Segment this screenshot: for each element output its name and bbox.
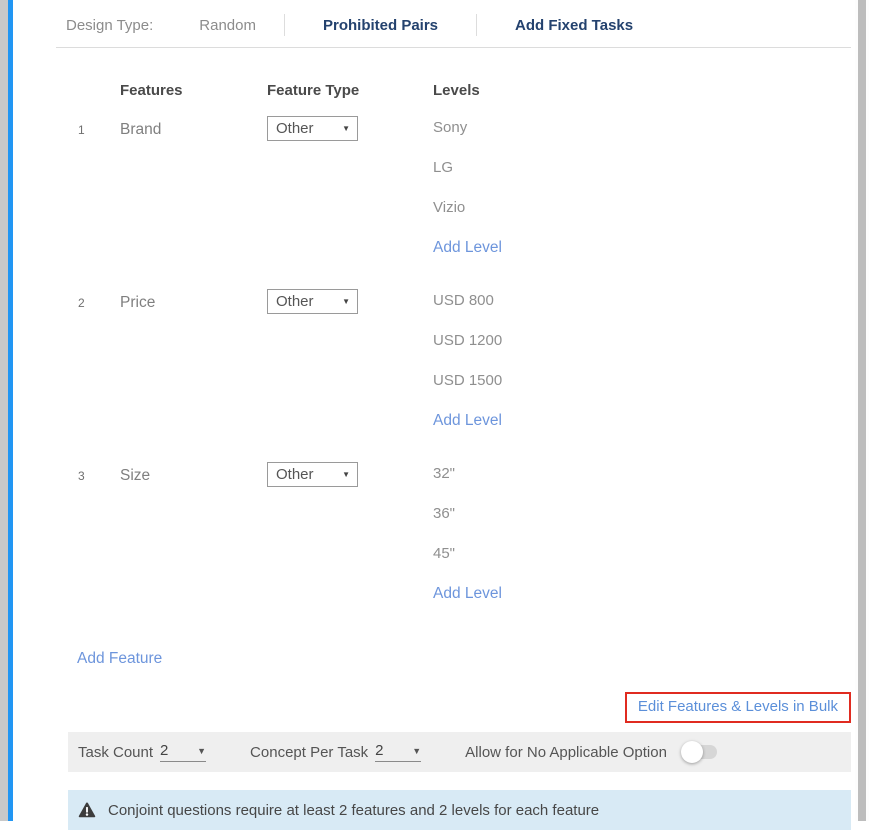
design-type-option-prohibited-pairs[interactable]: Prohibited Pairs bbox=[323, 17, 438, 34]
add-feature-link[interactable]: Add Feature bbox=[77, 650, 162, 668]
feature-type-select[interactable]: Other ▼ bbox=[267, 289, 358, 314]
level-item: USD 800 bbox=[433, 287, 851, 327]
features-table-header: Features Feature Type Levels bbox=[78, 82, 851, 99]
feature-type-select[interactable]: Other ▼ bbox=[267, 116, 358, 141]
levels-list: USD 800 USD 1200 USD 1500 Add Level bbox=[433, 287, 851, 447]
design-type-option-add-fixed-tasks[interactable]: Add Fixed Tasks bbox=[515, 17, 633, 34]
warning-icon bbox=[78, 802, 96, 818]
task-count-label: Task Count bbox=[78, 744, 153, 761]
design-type-row: Design Type: Random Prohibited Pairs Add… bbox=[14, 0, 851, 35]
scrollbar-thumb[interactable] bbox=[858, 0, 866, 821]
no-applicable-option-group: Allow for No Applicable Option bbox=[465, 744, 717, 761]
feature-row-size: 3 Size Other ▼ 32" 36" 45" Add Level bbox=[78, 460, 851, 620]
task-count-select[interactable]: 2 ▼ bbox=[160, 742, 206, 762]
concept-per-task-value: 2 bbox=[375, 742, 383, 759]
header-levels: Levels bbox=[433, 82, 851, 99]
header-feature-type: Feature Type bbox=[267, 82, 433, 99]
feature-number: 3 bbox=[78, 460, 120, 620]
feature-type-value: Other bbox=[276, 466, 314, 483]
option-separator bbox=[284, 14, 285, 36]
feature-name: Size bbox=[120, 460, 267, 620]
toggle-knob bbox=[681, 741, 703, 763]
highlight-box: Edit Features & Levels in Bulk bbox=[625, 692, 851, 723]
no-applicable-option-label: Allow for No Applicable Option bbox=[465, 744, 667, 761]
add-level-link[interactable]: Add Level bbox=[433, 234, 851, 274]
left-accent-bar bbox=[8, 0, 13, 821]
level-item: 36" bbox=[433, 500, 851, 540]
chevron-down-icon: ▼ bbox=[342, 297, 350, 306]
conjoint-editor-panel: Design Type: Random Prohibited Pairs Add… bbox=[14, 0, 851, 821]
features-table: Features Feature Type Levels 1 Brand Oth… bbox=[14, 82, 851, 620]
task-settings-bar: Task Count 2 ▼ Concept Per Task 2 ▼ Allo… bbox=[68, 732, 851, 772]
feature-type-value: Other bbox=[276, 293, 314, 310]
no-applicable-option-toggle[interactable] bbox=[683, 745, 717, 759]
caret-down-icon: ▼ bbox=[197, 746, 206, 756]
feature-name: Brand bbox=[120, 114, 267, 274]
feature-name: Price bbox=[120, 287, 267, 447]
levels-list: 32" 36" 45" Add Level bbox=[433, 460, 851, 620]
option-separator bbox=[476, 14, 477, 36]
design-type-option-random[interactable]: Random bbox=[199, 17, 256, 34]
add-level-link[interactable]: Add Level bbox=[433, 407, 851, 447]
concept-per-task-select[interactable]: 2 ▼ bbox=[375, 742, 421, 762]
level-item: 45" bbox=[433, 540, 851, 580]
level-item: USD 1200 bbox=[433, 327, 851, 367]
design-type-label: Design Type: bbox=[66, 17, 153, 34]
concept-per-task-label: Concept Per Task bbox=[250, 744, 368, 761]
concept-per-task-group: Concept Per Task 2 ▼ bbox=[250, 742, 421, 762]
level-item: USD 1500 bbox=[433, 367, 851, 407]
edit-features-levels-bulk-link[interactable]: Edit Features & Levels in Bulk bbox=[638, 698, 838, 715]
section-divider bbox=[56, 47, 851, 48]
levels-list: Sony LG Vizio Add Level bbox=[433, 114, 851, 274]
validation-message: Conjoint questions require at least 2 fe… bbox=[108, 802, 599, 819]
vertical-scrollbar[interactable] bbox=[855, 0, 869, 821]
caret-down-icon: ▼ bbox=[412, 746, 421, 756]
level-item: Sony bbox=[433, 114, 851, 154]
feature-row-brand: 1 Brand Other ▼ Sony LG Vizio Add Level bbox=[78, 114, 851, 274]
add-level-link[interactable]: Add Level bbox=[433, 580, 851, 620]
feature-type-select[interactable]: Other ▼ bbox=[267, 462, 358, 487]
level-item: 32" bbox=[433, 460, 851, 500]
feature-number: 1 bbox=[78, 114, 120, 274]
level-item: Vizio bbox=[433, 194, 851, 234]
left-gutter bbox=[0, 0, 8, 821]
level-item: LG bbox=[433, 154, 851, 194]
feature-type-value: Other bbox=[276, 120, 314, 137]
feature-number: 2 bbox=[78, 287, 120, 447]
task-count-group: Task Count 2 ▼ bbox=[78, 742, 206, 762]
validation-info-bar: Conjoint questions require at least 2 fe… bbox=[68, 790, 851, 830]
chevron-down-icon: ▼ bbox=[342, 124, 350, 133]
bulk-edit-row: Edit Features & Levels in Bulk bbox=[14, 692, 851, 723]
task-count-value: 2 bbox=[160, 742, 168, 759]
header-features: Features bbox=[120, 82, 267, 99]
chevron-down-icon: ▼ bbox=[342, 470, 350, 479]
feature-row-price: 2 Price Other ▼ USD 800 USD 1200 USD 150… bbox=[78, 287, 851, 447]
